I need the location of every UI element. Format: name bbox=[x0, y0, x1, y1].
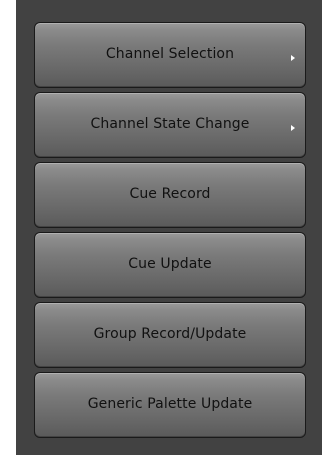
generic-palette-update-label: Generic Palette Update bbox=[87, 396, 253, 412]
command-menu: Channel Selection Channel State Change C… bbox=[34, 22, 306, 438]
cue-update-button[interactable]: Cue Update bbox=[34, 232, 306, 298]
channel-state-change-label: Channel State Change bbox=[90, 116, 250, 132]
menu-panel: Channel Selection Channel State Change C… bbox=[16, 0, 322, 455]
cue-record-button[interactable]: Cue Record bbox=[34, 162, 306, 228]
generic-palette-update-button[interactable]: Generic Palette Update bbox=[34, 372, 306, 438]
chevron-right-icon bbox=[291, 55, 295, 61]
chevron-right-icon bbox=[291, 125, 295, 131]
channel-selection-button[interactable]: Channel Selection bbox=[34, 22, 306, 88]
channel-state-change-button[interactable]: Channel State Change bbox=[34, 92, 306, 158]
cue-update-label: Cue Update bbox=[128, 256, 212, 272]
group-record-update-button[interactable]: Group Record/Update bbox=[34, 302, 306, 368]
group-record-update-label: Group Record/Update bbox=[93, 326, 247, 342]
channel-selection-label: Channel Selection bbox=[105, 46, 235, 62]
cue-record-label: Cue Record bbox=[129, 186, 211, 202]
